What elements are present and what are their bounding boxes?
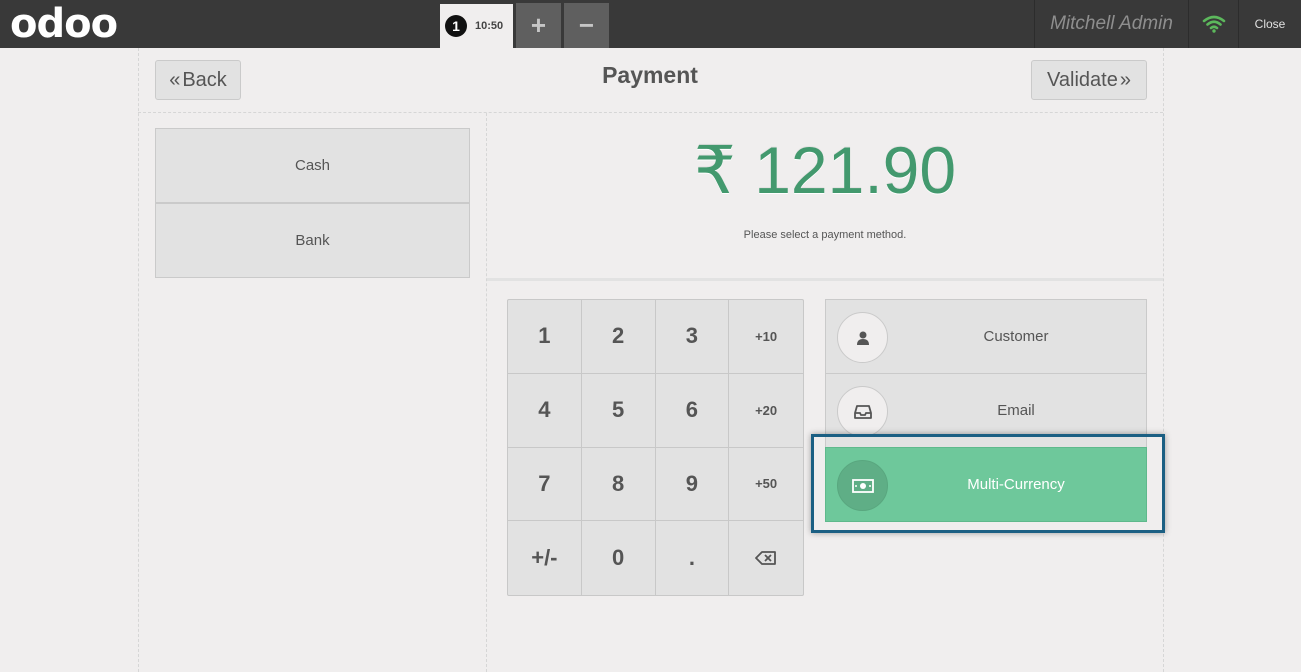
numpad-key-4[interactable]: 4 [508,373,582,448]
frame-left [138,48,139,672]
numpad-key-5[interactable]: 5 [581,373,656,448]
double-chevron-left-icon: « [169,68,181,91]
header-divider [138,112,1163,113]
payment-method-cash[interactable]: Cash [155,128,470,203]
inbox-icon [837,386,888,437]
payment-hint: Please select a payment method. [743,229,907,241]
numpad-key-1[interactable]: 1 [508,300,582,374]
highlight-box [811,434,1165,533]
numpad-key-sign[interactable]: +/- [508,521,582,595]
top-bar: odoo 1 10:50 + − Mitchell Admin Close [0,0,1301,48]
backspace-button[interactable] [729,521,803,595]
section-divider [487,278,1163,281]
remove-order-button[interactable]: − [564,3,609,48]
back-button[interactable]: « Back [155,60,241,100]
numpad-key-2[interactable]: 2 [581,300,656,374]
numpad: 1 2 3 +10 4 5 6 +20 7 8 9 +50 +/- 0 . [507,299,804,596]
order-time: 10:50 [475,20,504,32]
numpad-key-plus10[interactable]: +10 [729,300,803,374]
wifi-icon[interactable] [1189,0,1238,48]
numpad-key-8[interactable]: 8 [581,447,656,522]
order-number-badge: 1 [445,15,467,37]
frame-right [1163,48,1164,672]
numpad-key-7[interactable]: 7 [508,447,582,522]
double-chevron-right-icon: » [1119,68,1131,91]
close-button[interactable]: Close [1239,0,1301,48]
numpad-key-plus20[interactable]: +20 [729,374,803,448]
add-order-button[interactable]: + [516,3,561,48]
odoo-logo: odoo [10,1,118,47]
numpad-key-3[interactable]: 3 [655,300,730,374]
order-tab[interactable]: 1 10:50 [440,4,513,48]
total-amount: ₹ 121.90 [693,133,957,207]
numpad-key-6[interactable]: 6 [655,373,730,448]
username[interactable]: Mitchell Admin [1035,0,1188,48]
page-title: Payment [602,62,698,88]
numpad-key-decimal[interactable]: . [656,521,730,595]
validate-button[interactable]: Validate » [1031,60,1147,100]
numpad-key-plus50[interactable]: +50 [729,448,803,522]
numpad-key-0[interactable]: 0 [582,521,656,595]
customer-button[interactable]: Customer [825,299,1147,374]
validate-label: Validate [1047,68,1118,91]
backspace-icon [755,551,777,566]
payment-method-bank[interactable]: Bank [155,203,470,278]
back-label: Back [182,68,227,91]
numpad-key-9[interactable]: 9 [655,447,730,522]
email-label: Email [997,402,1035,419]
user-icon [837,312,888,363]
customer-label: Customer [983,328,1049,345]
